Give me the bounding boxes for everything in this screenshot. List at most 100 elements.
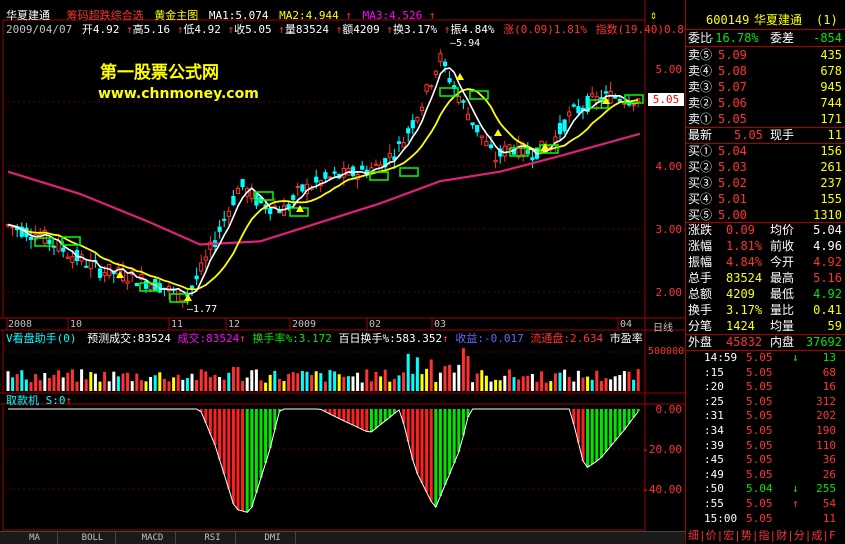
- stat-value: 1.81%: [726, 239, 763, 253]
- stat-value: 59: [827, 319, 842, 333]
- tab-ma[interactable]: MA: [12, 532, 58, 544]
- tab-rsi[interactable]: RSI: [190, 532, 236, 544]
- sell-level[interactable]: 卖④ 5.08 678: [686, 63, 845, 79]
- inner-value: 37692: [805, 335, 842, 349]
- current-hand-label: 现手: [770, 128, 795, 142]
- sell-level-price: 5.08: [718, 64, 747, 78]
- volume-panel-title[interactable]: V看盘助手(0): [6, 332, 77, 345]
- volume-bar: [388, 381, 392, 391]
- indicator-name[interactable]: 筹码超跌综合选: [67, 9, 144, 22]
- tick-volume: 68: [822, 365, 836, 379]
- candle-body: [415, 116, 420, 122]
- volume-bar: [75, 381, 79, 391]
- buy-level[interactable]: 买④ 5.01 155: [686, 191, 845, 207]
- candle-body: [461, 100, 466, 103]
- bar-change: 涨(0.09)1.81%: [503, 23, 587, 36]
- volume-bar: [535, 381, 539, 391]
- buy-level[interactable]: 买① 5.04 156: [686, 143, 845, 159]
- volume-bar: [15, 374, 19, 391]
- osc-bar: [590, 409, 594, 465]
- lock-icon[interactable]: ⇕: [650, 8, 657, 22]
- candle-body: [447, 78, 452, 83]
- volume-bar: [264, 382, 268, 391]
- stat-value: 4.84%: [726, 255, 763, 269]
- buy-level-price: 5.02: [718, 176, 747, 190]
- volume-bar: [47, 378, 51, 391]
- tick-dir-icon: ↓: [792, 351, 799, 364]
- volume-bar: [337, 374, 341, 391]
- volume-bar: [572, 381, 576, 391]
- volume-bar: [24, 379, 28, 391]
- osc-bar: [342, 409, 346, 421]
- sell-level-volume: 435: [820, 48, 842, 62]
- tick-row: :49 5.05 26: [686, 468, 845, 482]
- tick-price: 5.05: [746, 453, 773, 467]
- ma1-label: MA1:5.074: [208, 9, 269, 22]
- osc-bar: [369, 409, 373, 432]
- tick-time: 14:59: [704, 351, 738, 364]
- volume-bar: [411, 373, 415, 391]
- sell-level[interactable]: 卖⑤ 5.09 435: [686, 47, 845, 63]
- osc-bar: [457, 409, 461, 452]
- volume-bar: [369, 381, 373, 391]
- tick-time: :15: [704, 365, 724, 379]
- volume-bar: [581, 377, 585, 391]
- candle-body: [148, 284, 153, 291]
- up-arrow-icon: ↑: [239, 332, 246, 345]
- bar-index: 指数(19.40)0.80%: [595, 23, 698, 36]
- chart-area[interactable]: 华夏建通 筹码超跌综合选 黄金主图 MA1:5.074 MA2:4.944 ↑ …: [0, 0, 697, 532]
- buy-level[interactable]: 买③ 5.02 237: [686, 175, 845, 191]
- sell-level[interactable]: 卖① 5.05 171: [686, 111, 845, 127]
- candle-body: [576, 106, 581, 114]
- volume-bar: [126, 372, 130, 391]
- candle-body: [502, 145, 507, 157]
- volume-bar: [576, 370, 580, 391]
- candle-body: [226, 210, 231, 217]
- volume-current: 成交:83524: [177, 332, 240, 345]
- candle-body: [442, 61, 448, 67]
- inner-label: 内盘: [770, 335, 795, 349]
- candle-body: [341, 167, 346, 178]
- volume-bar: [34, 374, 38, 391]
- volume-bar: [121, 373, 125, 391]
- volume-bar: [452, 372, 456, 391]
- stat-label: 换手: [688, 303, 713, 317]
- ma2-label: MA2:4.944: [279, 9, 339, 22]
- volume-bar: [392, 378, 396, 391]
- period-label[interactable]: 日线: [653, 319, 673, 334]
- candle-body: [608, 90, 613, 104]
- sell-level[interactable]: 卖② 5.06 744: [686, 95, 845, 111]
- volume-bar: [287, 374, 291, 391]
- volume-bar: [185, 378, 189, 391]
- buy-level[interactable]: 买⑤ 5.00 1310: [686, 207, 845, 223]
- candle-body: [231, 195, 236, 205]
- sell-level[interactable]: 卖③ 5.07 945: [686, 79, 845, 95]
- osc-bar: [374, 409, 378, 429]
- osc-bar: [333, 409, 337, 417]
- osc-panel-title[interactable]: 取款机 S:0: [6, 394, 66, 407]
- main-chart-name[interactable]: 黄金主图: [154, 9, 198, 22]
- tick-price: 5.05: [746, 365, 773, 379]
- volume-bar: [558, 372, 562, 391]
- stat-value: 4.92: [813, 255, 842, 269]
- volume-bar: [144, 381, 148, 391]
- buy-level-volume: 155: [820, 192, 842, 206]
- date-label: 02: [369, 319, 382, 330]
- osc-bar: [231, 409, 235, 504]
- volume-bar: [466, 356, 470, 391]
- stat-value: 0.09: [726, 223, 755, 237]
- quote-footer-tabs[interactable]: 细|价|宏|势|指|财|分|成|F: [688, 527, 836, 543]
- buy-level-price: 5.00: [718, 208, 747, 222]
- candle-body: [387, 152, 392, 158]
- date-label: 03: [434, 319, 447, 330]
- tick-dir-icon: ↑: [792, 497, 799, 510]
- tab-boll[interactable]: BOLL: [70, 532, 116, 544]
- volume-bar: [66, 372, 70, 391]
- last-price-tag: 5.05: [648, 93, 684, 106]
- stat-label: 今开: [770, 255, 795, 269]
- tick-volume: 110: [816, 438, 836, 452]
- tick-row: :34 5.05 190: [686, 424, 845, 438]
- tab-macd[interactable]: MACD: [130, 532, 176, 544]
- buy-level[interactable]: 买② 5.03 261: [686, 159, 845, 175]
- tab-dmi[interactable]: DMI: [250, 532, 296, 544]
